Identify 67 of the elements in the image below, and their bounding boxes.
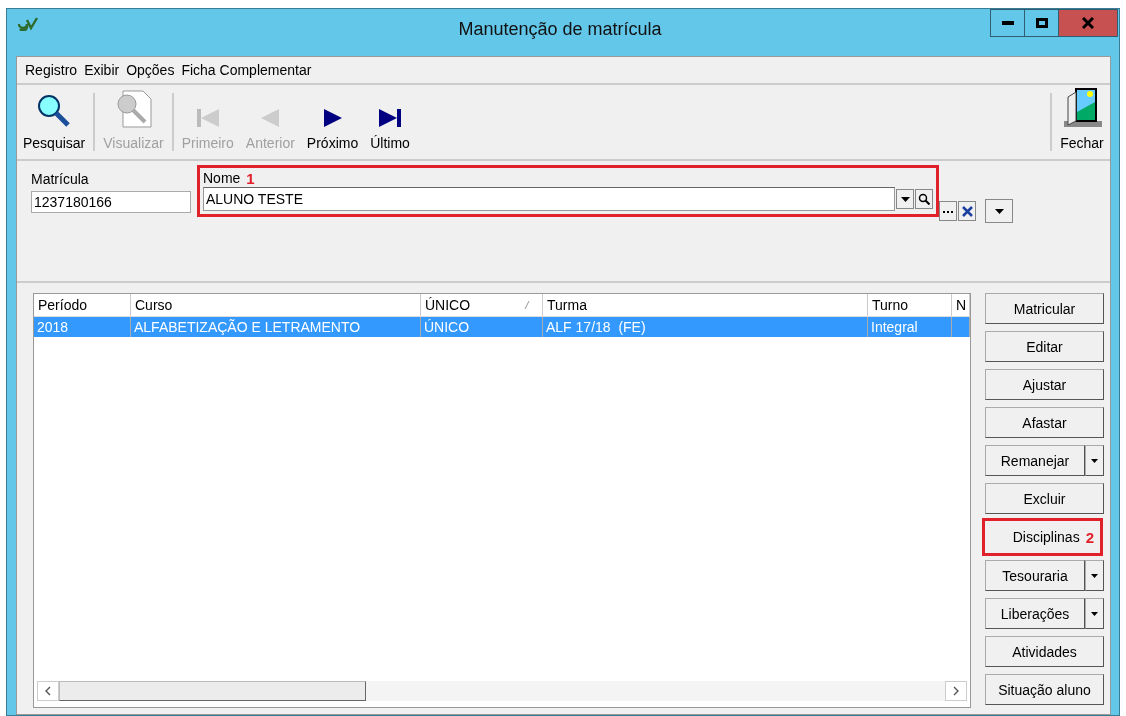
app-logo-icon <box>17 17 39 31</box>
action-button[interactable]: Editar <box>985 331 1104 362</box>
caret-icon <box>1091 611 1098 616</box>
ellipsis-icon <box>943 209 953 213</box>
search-button[interactable] <box>915 189 933 209</box>
first-record-icon <box>194 107 221 129</box>
field-label: Nome <box>203 170 241 187</box>
maximize-icon <box>1035 18 1048 28</box>
toolbar-button[interactable]: Último <box>364 89 416 155</box>
window-title: Manutenção de matrícula <box>457 19 663 40</box>
column-header[interactable]: N <box>952 294 970 316</box>
dropdown-button[interactable] <box>985 199 1013 223</box>
menu-item[interactable]: Opções <box>126 62 175 78</box>
action-button[interactable]: Remanejar <box>985 445 1085 476</box>
sort-icon <box>524 301 530 309</box>
field-label: Matrícula <box>31 171 90 187</box>
table-cell: ÚNICO <box>424 319 470 335</box>
enrollment-field[interactable]: 1237180166 <box>31 191 191 213</box>
more-button[interactable] <box>939 201 957 221</box>
action-button[interactable]: Liberações <box>985 598 1085 629</box>
toolbar-button[interactable]: Pesquisar <box>17 89 92 155</box>
last-record-icon <box>377 107 404 129</box>
dropdown-button[interactable] <box>1085 445 1104 476</box>
column-header[interactable]: Turno <box>868 294 952 316</box>
action-button[interactable]: Matricular <box>985 293 1104 324</box>
action-button[interactable]: Atividades <box>985 636 1104 667</box>
clear-button[interactable] <box>958 201 976 221</box>
dropdown-button[interactable] <box>896 189 914 209</box>
column-header[interactable]: ÚNICO <box>421 294 543 316</box>
action-button[interactable]: Excluir <box>985 483 1104 514</box>
menu-item[interactable]: Registro <box>25 62 78 78</box>
caret-icon <box>900 196 910 202</box>
table-cell: ALFABETIZAÇÃO E LETRAMENTO <box>134 319 361 335</box>
chevron-right-icon <box>953 686 959 696</box>
table-cell: Integral <box>871 319 918 335</box>
toolbar-button[interactable]: Próximo <box>300 89 365 155</box>
table-cell: 2018 <box>37 319 69 335</box>
minimize-icon <box>1001 21 1014 25</box>
dropdown-button[interactable] <box>1085 598 1104 629</box>
column-header[interactable]: Curso <box>131 294 421 316</box>
action-button[interactable]: Situação aluno <box>985 674 1104 705</box>
caret-icon <box>994 208 1004 214</box>
annotation-number: 1 <box>246 170 255 187</box>
annotation-number: 2 <box>1085 528 1095 546</box>
close-icon <box>961 205 973 217</box>
table-cell: ALF 17/18 (FE) <box>546 319 646 335</box>
name-field[interactable]: ALUNO TESTE <box>204 188 894 210</box>
close-button[interactable]: Fechar <box>1054 89 1110 155</box>
action-button[interactable]: Ajustar <box>985 369 1104 400</box>
maximize-button[interactable] <box>1024 9 1059 37</box>
caret-icon <box>1091 573 1098 578</box>
minimize-button[interactable] <box>990 9 1025 37</box>
column-header[interactable]: Turma <box>543 294 868 316</box>
scrollbar-thumb[interactable] <box>59 681 366 701</box>
next-record-icon <box>321 107 344 129</box>
close-icon <box>1082 17 1094 29</box>
chevron-left-icon <box>45 686 51 696</box>
action-button[interactable]: Tesouraria <box>985 560 1085 591</box>
column-header[interactable]: Período <box>34 294 131 316</box>
close-button[interactable] <box>1058 9 1118 37</box>
action-button[interactable]: Afastar <box>985 407 1104 438</box>
menu-item[interactable]: Ficha Complementar <box>181 62 312 78</box>
previous-record-icon <box>259 107 282 129</box>
menu-item[interactable]: Exibir <box>84 62 120 78</box>
caret-icon <box>1091 458 1098 463</box>
search-icon <box>918 193 930 205</box>
dropdown-button[interactable] <box>1085 560 1104 591</box>
